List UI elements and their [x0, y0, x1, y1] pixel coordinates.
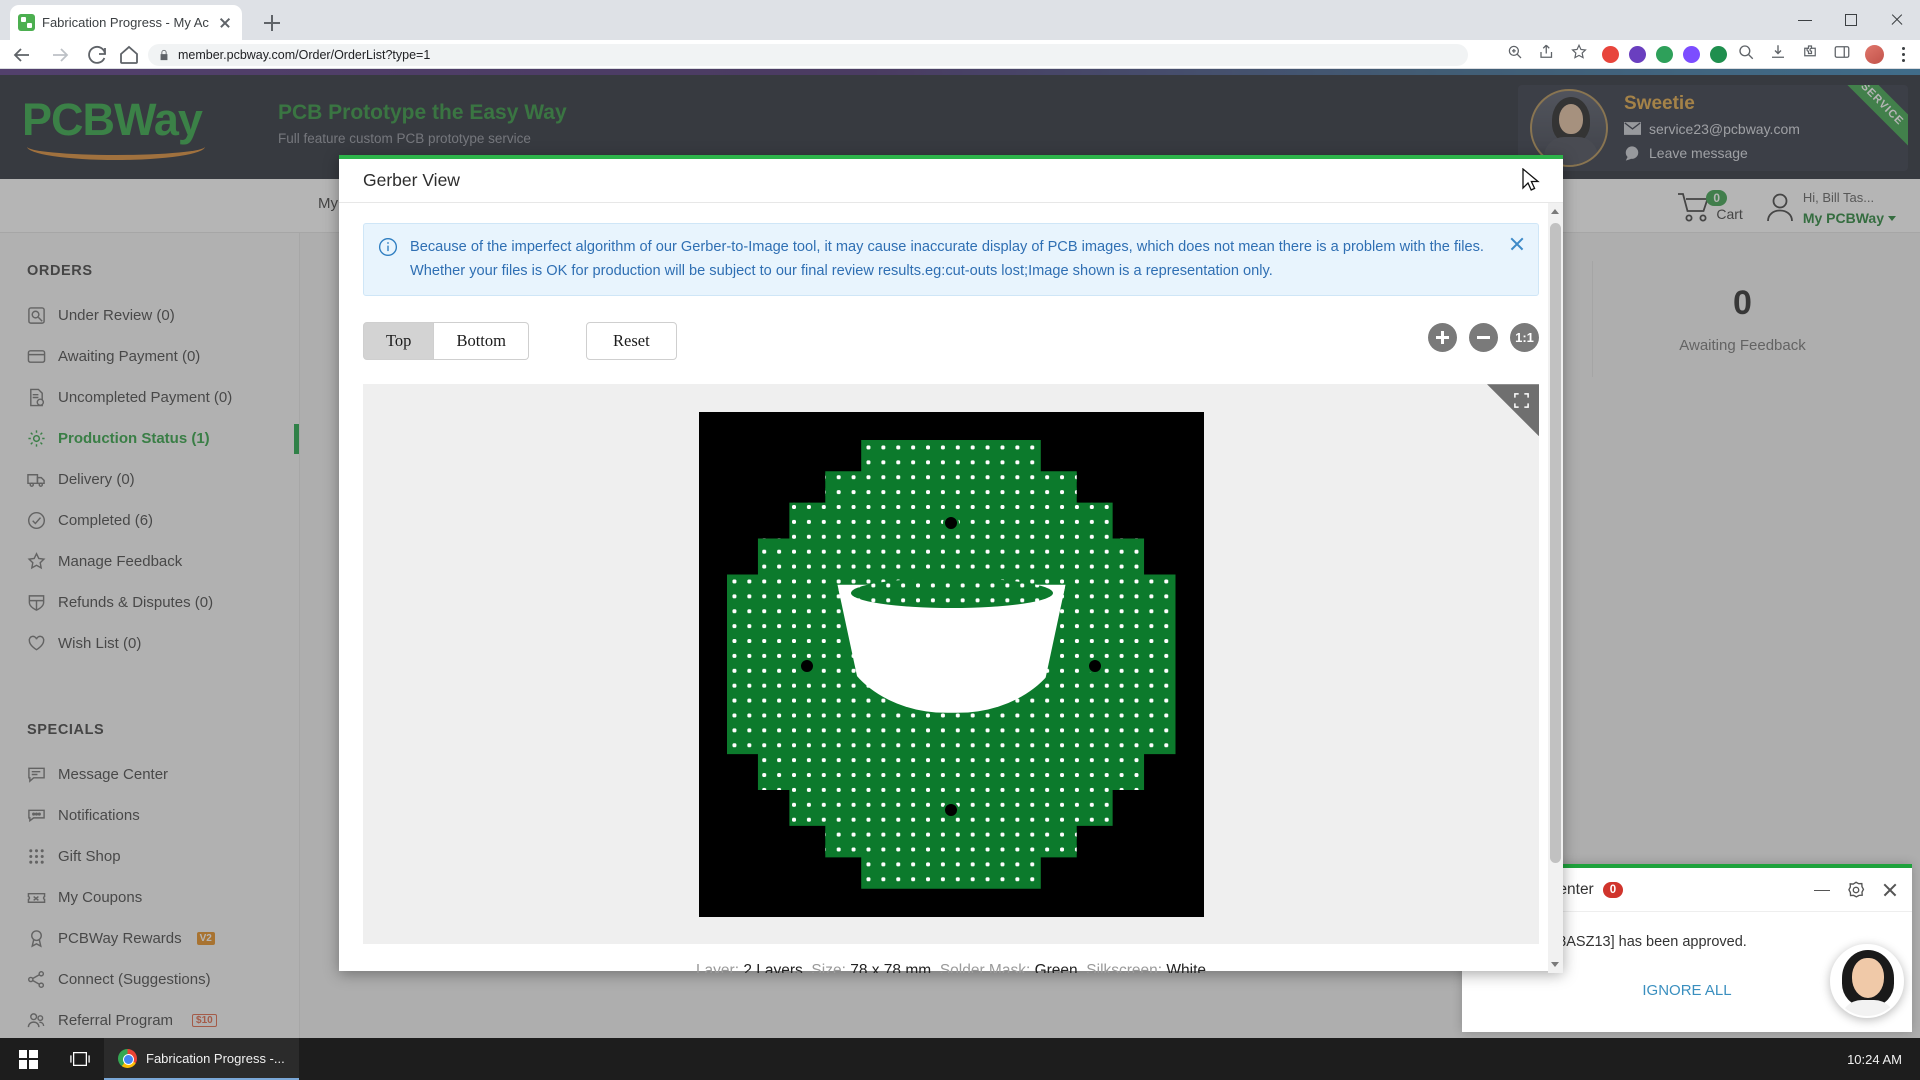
- reload-icon[interactable]: [85, 43, 109, 67]
- pcbway-favicon-icon: [18, 14, 35, 31]
- mounting-hole-left: [798, 657, 815, 674]
- taskbar-app-chrome[interactable]: Fabrication Progress -...: [104, 1038, 299, 1080]
- message-count-badge: 0: [1602, 881, 1624, 898]
- forward-icon[interactable]: [48, 43, 72, 67]
- settings-gear-icon[interactable]: [1846, 880, 1866, 900]
- close-icon[interactable]: [1880, 880, 1900, 900]
- extension-icon-5[interactable]: [1710, 45, 1727, 63]
- downloads-icon[interactable]: [1769, 43, 1791, 65]
- pcb-spec-caption: Layer: 2 Layers, Size: 78 x 78 mm, Solde…: [339, 962, 1563, 973]
- windows-taskbar: Fabrication Progress -... 10:24 AM: [0, 1038, 1920, 1080]
- mounting-hole-bottom: [942, 801, 959, 818]
- message-text: [...18ASZ13] has been approved.: [1534, 934, 1747, 950]
- gerber-canvas-stage[interactable]: [363, 384, 1539, 945]
- lock-icon: [160, 49, 168, 61]
- bookmark-star-icon[interactable]: [1570, 43, 1592, 65]
- extension-icon-1[interactable]: [1602, 45, 1619, 63]
- browser-tab-strip: Fabrication Progress - My Accoun: [0, 0, 1920, 40]
- modal-scroll-area: Because of the imperfect algorithm of ou…: [339, 203, 1563, 973]
- taskbar-app-label: Fabrication Progress -...: [146, 1050, 285, 1066]
- extension-icon-4[interactable]: [1683, 45, 1700, 63]
- mask-value: Green: [1034, 962, 1078, 973]
- window-close-button[interactable]: [1874, 0, 1920, 40]
- browser-menu-kebab-icon[interactable]: [1894, 44, 1912, 64]
- size-label: Size:: [811, 962, 846, 973]
- new-tab-button[interactable]: [258, 9, 286, 37]
- extension-icon-2[interactable]: [1629, 45, 1646, 63]
- gerber-alert-text: Because of the imperfect algorithm of ou…: [410, 239, 1484, 279]
- gerber-info-alert: Because of the imperfect algorithm of ou…: [363, 223, 1539, 297]
- browser-tab[interactable]: Fabrication Progress - My Accoun: [10, 5, 242, 40]
- address-bar[interactable]: member.pcbway.com/Order/OrderList?type=1: [148, 44, 1468, 66]
- size-value: 78 x 78 mm: [850, 962, 932, 973]
- zoom-out-button[interactable]: [1469, 323, 1498, 353]
- top-side-button[interactable]: Top: [363, 322, 435, 361]
- info-icon: [378, 237, 398, 257]
- extension-icon-3[interactable]: [1656, 45, 1673, 63]
- tab-close-icon[interactable]: [216, 14, 234, 32]
- taskbar-clock[interactable]: 10:24 AM: [1847, 1052, 1920, 1067]
- reset-button[interactable]: Reset: [586, 322, 677, 361]
- chrome-icon: [118, 1048, 137, 1068]
- modal-header: Gerber View: [339, 159, 1563, 203]
- zoom-icon[interactable]: [1506, 43, 1528, 65]
- expand-icon[interactable]: [1487, 384, 1539, 437]
- sidebar-toggle-icon[interactable]: [1833, 43, 1855, 65]
- address-bar-url: member.pcbway.com/Order/OrderList?type=1: [178, 48, 431, 62]
- zoom-controls: 1:1: [1428, 323, 1539, 353]
- live-chat-avatar-button[interactable]: [1830, 944, 1904, 1018]
- profile-avatar[interactable]: [1865, 44, 1884, 64]
- scroll-down-arrow-icon[interactable]: [1551, 962, 1559, 967]
- message-center-actions: [1812, 880, 1900, 900]
- window-minimize-button[interactable]: [1782, 0, 1828, 40]
- alert-close-icon[interactable]: [1508, 235, 1526, 253]
- layer-value: 2 Layers: [743, 962, 803, 973]
- task-view-icon[interactable]: [56, 1050, 104, 1068]
- mounting-hole-right: [1086, 657, 1103, 674]
- gerber-view-modal: Gerber View Because of the imperfect alg…: [339, 155, 1563, 973]
- mounting-hole-top: [942, 514, 959, 531]
- window-maximize-button[interactable]: [1828, 0, 1874, 40]
- layer-label: Layer:: [695, 962, 740, 973]
- zoom-in-button[interactable]: [1428, 323, 1457, 353]
- window-controls: [1782, 0, 1920, 40]
- browser-toolbar: member.pcbway.com/Order/OrderList?type=1: [0, 40, 1920, 69]
- share-icon[interactable]: [1538, 43, 1560, 65]
- mask-label: Solder Mask:: [939, 962, 1031, 973]
- modal-scroll-thumb[interactable]: [1550, 223, 1561, 863]
- screen: Fabrication Progress - My Accoun member.…: [0, 0, 1920, 1080]
- search-icon[interactable]: [1737, 43, 1759, 65]
- scroll-up-arrow-icon[interactable]: [1551, 209, 1559, 214]
- modal-scrollbar[interactable]: [1548, 203, 1563, 973]
- ignore-all-button[interactable]: IGNORE ALL: [1642, 982, 1731, 999]
- silkscreen-rim-graphic: [850, 577, 1053, 608]
- actual-size-button[interactable]: 1:1: [1510, 323, 1539, 353]
- home-icon[interactable]: [117, 43, 141, 67]
- back-icon[interactable]: [10, 43, 34, 67]
- toolbar-right-icons: [1506, 43, 1912, 65]
- silkscreen-label: Silkscreen:: [1086, 962, 1163, 973]
- browser-tab-title: Fabrication Progress - My Accoun: [42, 15, 209, 30]
- extensions-puzzle-icon[interactable]: [1801, 43, 1823, 65]
- bottom-side-button[interactable]: Bottom: [434, 322, 529, 361]
- windows-start-icon[interactable]: [0, 1049, 56, 1069]
- pcb-gerber-image: [698, 411, 1204, 917]
- minimize-icon[interactable]: [1812, 880, 1832, 900]
- silkscreen-value: White: [1166, 962, 1207, 973]
- side-toggle-group: Top Bottom: [363, 322, 529, 361]
- modal-title: Gerber View: [363, 170, 460, 190]
- gerber-toolbar: Top Bottom Reset 1:1: [363, 312, 1539, 372]
